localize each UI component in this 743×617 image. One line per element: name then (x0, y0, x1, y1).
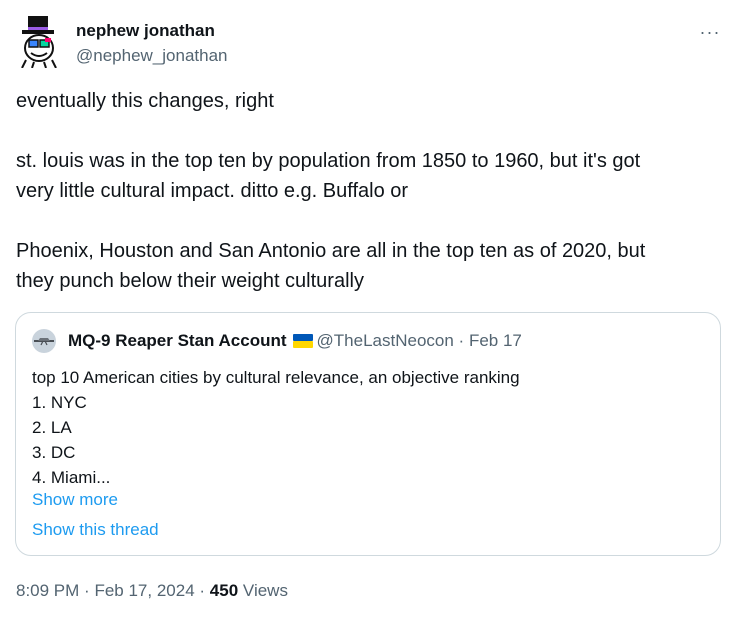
ukraine-flag-icon (292, 332, 313, 354)
quote-text: top 10 American cities by cultural relev… (32, 365, 702, 490)
quote-author-handle[interactable]: @TheLastNeocon (317, 331, 454, 350)
views-label: Views (242, 581, 288, 600)
meta-separator: · (84, 581, 90, 600)
quote-author-avatar (32, 329, 56, 353)
quote-line: 4. Miami... (32, 468, 111, 487)
quote-line: 1. NYC (32, 393, 87, 412)
top-hat-cartoon-avatar-icon (21, 16, 57, 69)
tweet-time[interactable]: 8:09 PM (16, 581, 79, 600)
tweet-line: eventually this changes, right (16, 90, 274, 112)
tweet-text: eventually this changes, right st. louis… (16, 86, 726, 296)
show-more-link[interactable]: Show more (32, 490, 118, 510)
quote-line: 3. DC (32, 443, 76, 462)
quote-author-name[interactable]: MQ-9 Reaper Stan Account (68, 331, 287, 350)
quote-separator: · (458, 331, 465, 350)
tweet-line: Phoenix, Houston and San Antonio are all… (16, 240, 646, 262)
views-count: 450 (209, 581, 239, 600)
more-horizontal-icon: ··· (699, 21, 721, 42)
quote-line: 2. LA (32, 418, 72, 437)
meta-separator: · (199, 581, 206, 600)
more-options-button[interactable]: ··· (690, 18, 730, 46)
tweet-meta: 8:09 PM · Feb 17, 2024 · 450 Views (16, 581, 288, 601)
tweet-line: they punch below their weight culturally (16, 270, 364, 292)
quote-line: top 10 American cities by cultural relev… (32, 368, 520, 387)
tweet-line: very little cultural impact. ditto e.g. … (16, 180, 409, 202)
quote-header: MQ-9 Reaper Stan Account @TheLastNeocon ·… (68, 330, 522, 354)
tweet-date[interactable]: Feb 17, 2024 (94, 581, 194, 600)
show-thread-link[interactable]: Show this thread (32, 520, 159, 540)
quote-date[interactable]: Feb 17 (469, 331, 522, 350)
tweet-line: st. louis was in the top ten by populati… (16, 150, 641, 172)
author-avatar[interactable] (16, 16, 62, 69)
drone-avatar-icon (32, 329, 56, 353)
author-name[interactable]: nephew jonathan (76, 20, 215, 42)
quoted-tweet-card[interactable]: MQ-9 Reaper Stan Account @TheLastNeocon ·… (15, 312, 721, 556)
author-handle[interactable]: @nephew_jonathan (76, 45, 228, 67)
